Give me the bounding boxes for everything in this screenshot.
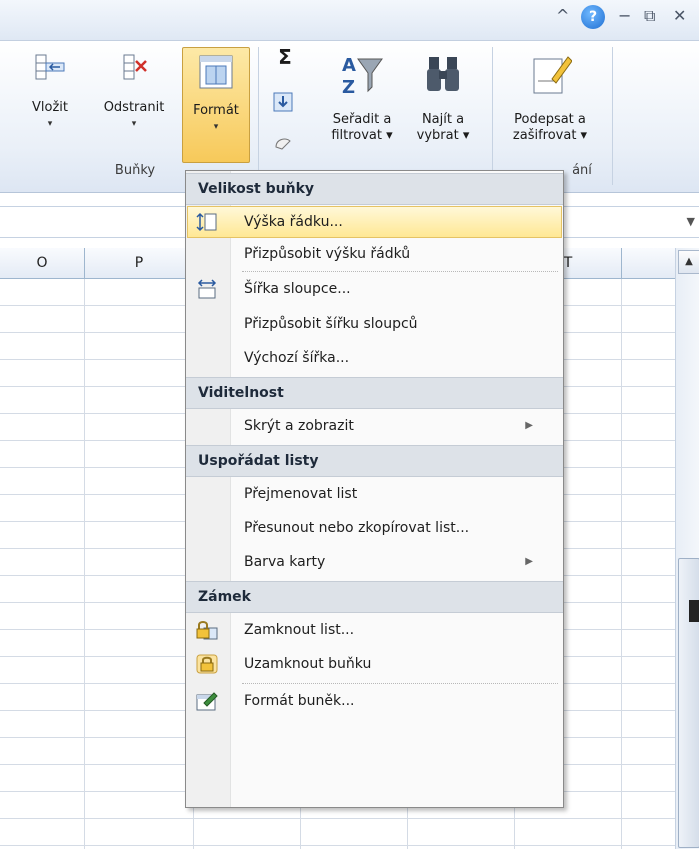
format-button[interactable]: Formát ▾ bbox=[182, 47, 250, 163]
delete-label: Odstranit bbox=[103, 100, 165, 115]
find-label-2: vybrat ▾ bbox=[416, 128, 470, 143]
row-height-icon bbox=[196, 212, 217, 232]
menu-item-label: Přizpůsobit výšku řádků bbox=[244, 246, 411, 262]
vertical-scrollbar[interactable]: ▲ bbox=[675, 248, 699, 849]
group-label-protection: ání bbox=[572, 163, 592, 178]
menu-item-tab-color[interactable]: Barva karty ▶ bbox=[188, 547, 561, 577]
find-label-1: Najít a bbox=[421, 112, 465, 127]
sort-label-1: Seřadit a bbox=[332, 112, 392, 127]
column-width-icon bbox=[197, 279, 217, 299]
find-select-button[interactable]: Najít a vybrat ▾ bbox=[408, 51, 478, 144]
menu-separator bbox=[242, 271, 558, 272]
insert-label: Vložit bbox=[32, 100, 68, 115]
sum-icon: Σ bbox=[278, 45, 292, 69]
sign-document-icon bbox=[533, 56, 573, 94]
group-separator bbox=[258, 47, 259, 185]
format-label: Formát bbox=[193, 103, 239, 118]
minimize-window-icon[interactable]: − bbox=[618, 6, 631, 25]
expand-formula-icon[interactable]: ▼ bbox=[687, 215, 695, 228]
menu-item-default-width[interactable]: Výchozí šířka... bbox=[188, 343, 561, 373]
clear-icon[interactable] bbox=[272, 133, 294, 153]
menu-section-organize-sheets: Uspořádat listy bbox=[186, 445, 563, 477]
autosum-button[interactable]: Σ bbox=[270, 47, 300, 67]
menu-item-label: Šířka sloupce... bbox=[244, 281, 351, 297]
sign-label-2: zašifrovat ▾ bbox=[512, 128, 588, 143]
column-header-o[interactable]: O bbox=[0, 248, 85, 278]
menu-item-autofit-column-width[interactable]: Přizpůsobit šířku sloupců bbox=[188, 309, 561, 339]
menu-item-move-copy-sheet[interactable]: Přesunout nebo zkopírovat list... bbox=[188, 513, 561, 543]
svg-text:A: A bbox=[342, 55, 356, 76]
menu-section-visibility: Viditelnost bbox=[186, 377, 563, 409]
menu-item-column-width[interactable]: Šířka sloupce... bbox=[188, 274, 561, 304]
submenu-arrow-icon: ▶ bbox=[525, 556, 533, 567]
minimize-ribbon-icon[interactable]: ^ bbox=[556, 6, 569, 25]
group-label-cells: Buňky bbox=[114, 163, 156, 178]
menu-item-label: Přesunout nebo zkopírovat list... bbox=[244, 520, 470, 536]
menu-item-lock-cell[interactable]: Uzamknout buňku bbox=[188, 649, 561, 679]
svg-text:Z: Z bbox=[342, 77, 355, 98]
menu-section-cell-size: Velikost buňky bbox=[186, 173, 563, 205]
menu-item-autofit-row-height[interactable]: Přizpůsobit výšku řádků bbox=[188, 239, 561, 269]
menu-item-label: Přizpůsobit šířku sloupců bbox=[244, 316, 418, 332]
menu-item-label: Formát buněk... bbox=[244, 693, 355, 709]
menu-item-label: Uzamknout buňku bbox=[244, 656, 372, 672]
delete-dropdown-icon: ▾ bbox=[131, 119, 137, 129]
lock-cell-icon bbox=[196, 654, 218, 674]
insert-button[interactable]: Vložit ▾ bbox=[20, 51, 80, 132]
menu-item-label: Výška řádku... bbox=[244, 214, 343, 230]
menu-item-label: Barva karty bbox=[244, 554, 326, 570]
format-dropdown-icon: ▾ bbox=[213, 122, 219, 132]
scroll-up-icon[interactable]: ▲ bbox=[678, 250, 699, 274]
column-header-u[interactable] bbox=[622, 248, 675, 278]
insert-cells-icon bbox=[35, 54, 65, 80]
format-cells-icon bbox=[199, 55, 233, 89]
close-window-icon[interactable]: ✕ bbox=[673, 6, 686, 25]
menu-item-format-cells[interactable]: Formát buněk... bbox=[188, 686, 561, 716]
menu-item-label: Přejmenovat list bbox=[244, 486, 358, 502]
sort-filter-button[interactable]: A Z Seřadit a filtrovat ▾ bbox=[322, 51, 402, 144]
sort-filter-icon: A Z bbox=[342, 55, 383, 98]
format-cells-dialog-icon bbox=[196, 692, 218, 711]
delete-button[interactable]: Odstranit ▾ bbox=[94, 51, 174, 132]
menu-item-rename-sheet[interactable]: Přejmenovat list bbox=[188, 479, 561, 509]
menu-item-hide-unhide[interactable]: Skrýt a zobrazit ▶ bbox=[188, 411, 561, 441]
group-separator bbox=[612, 47, 613, 185]
menu-section-lock: Zámek bbox=[186, 581, 563, 613]
submenu-arrow-icon: ▶ bbox=[525, 420, 533, 431]
group-separator bbox=[492, 47, 493, 185]
help-icon[interactable]: ? bbox=[581, 5, 605, 29]
delete-cells-icon bbox=[123, 54, 147, 80]
menu-item-label: Výchozí šířka... bbox=[244, 350, 350, 366]
format-dropdown-menu: Velikost buňky Výška řádku... Přizpůsobi… bbox=[185, 170, 564, 808]
menu-item-label: Skrýt a zobrazit bbox=[244, 418, 354, 434]
grid-line bbox=[621, 279, 622, 849]
protect-sheet-icon bbox=[196, 621, 218, 640]
sort-label-2: filtrovat ▾ bbox=[331, 128, 393, 143]
menu-separator bbox=[242, 683, 558, 684]
sign-encrypt-button[interactable]: Podepsat a zašifrovat ▾ bbox=[500, 51, 600, 144]
grid-line bbox=[84, 279, 85, 849]
menu-item-row-height[interactable]: Výška řádku... bbox=[187, 206, 562, 238]
menu-item-label: Zamknout list... bbox=[244, 622, 355, 638]
column-header-p[interactable]: P bbox=[85, 248, 194, 278]
insert-dropdown-icon: ▾ bbox=[47, 119, 53, 129]
restore-window-icon[interactable]: ⧉ bbox=[644, 6, 655, 26]
binoculars-icon bbox=[427, 57, 459, 91]
sign-label-1: Podepsat a bbox=[514, 112, 586, 127]
title-bar: ^ ? − ⧉ ✕ bbox=[0, 0, 699, 41]
fill-icon[interactable] bbox=[272, 91, 294, 113]
split-grip[interactable] bbox=[689, 600, 699, 622]
menu-item-protect-sheet[interactable]: Zamknout list... bbox=[188, 615, 561, 645]
